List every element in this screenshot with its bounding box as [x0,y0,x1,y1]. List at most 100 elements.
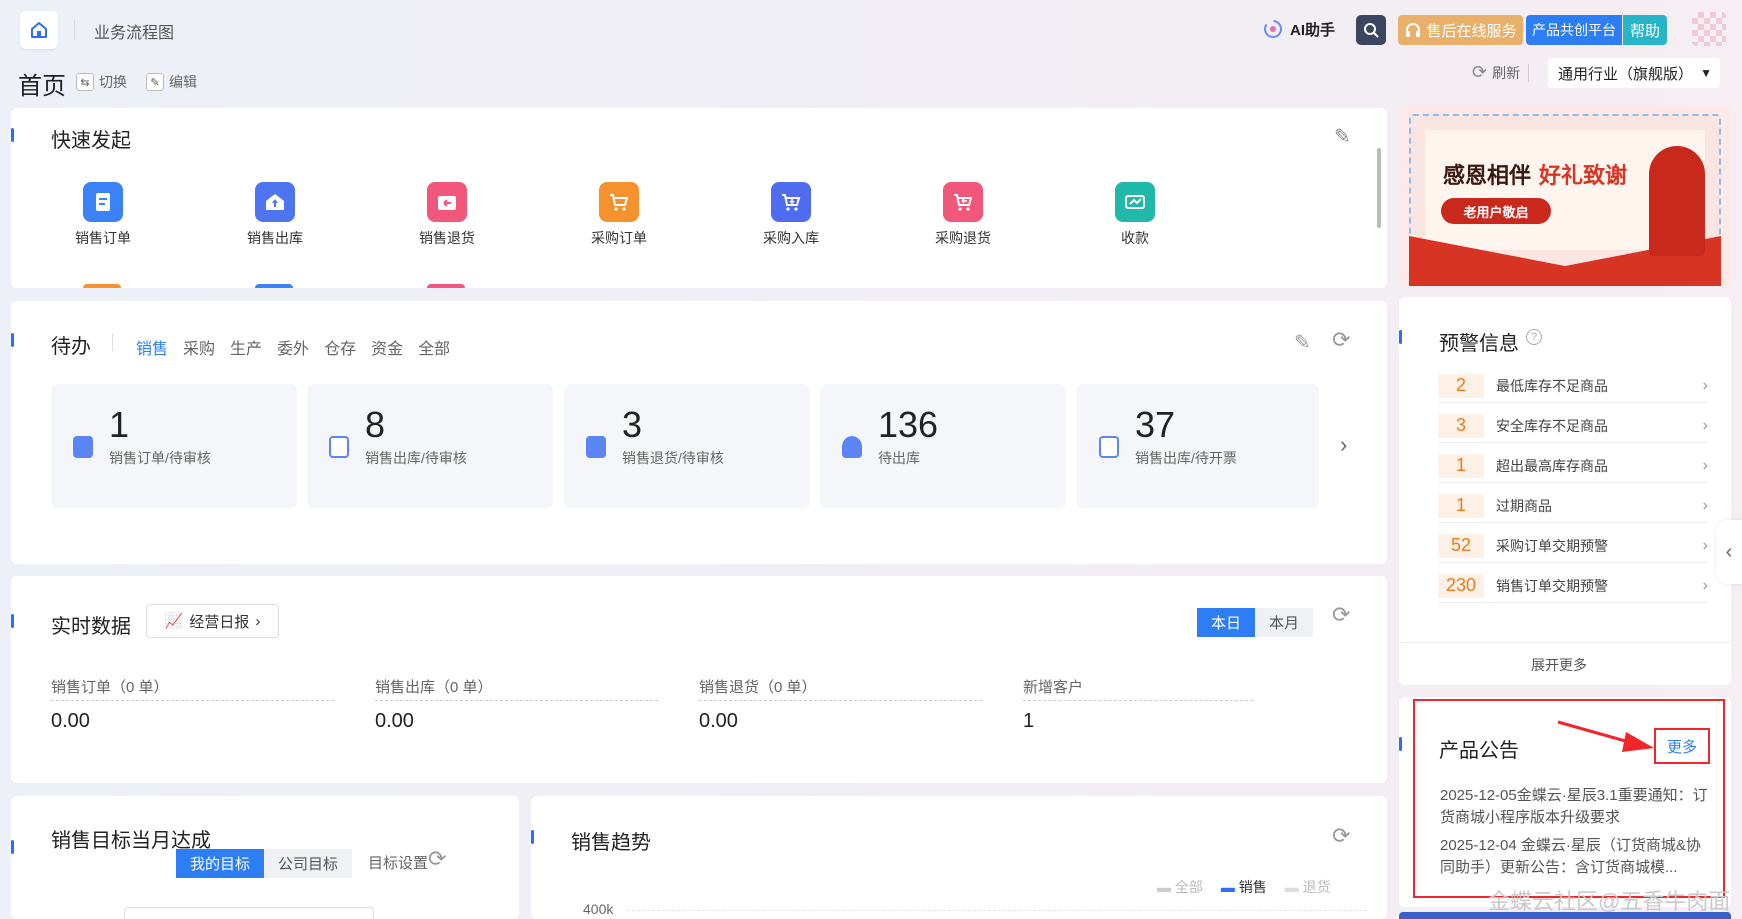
quick-item-purchase-inbound[interactable]: 采购入库 [741,182,841,248]
target-setting-link[interactable]: 目标设置 [368,852,428,873]
quick-item-sales-outbound[interactable]: 销售出库 [225,182,325,248]
quick-item-purchase-order[interactable]: 采购订单 [569,182,669,248]
banner-button[interactable]: 老用户敬启 [1441,198,1551,224]
chart-legend: ▬ 全部 ▬ 销售 ▬ 退货 [1157,877,1331,897]
divider [1023,700,1253,701]
more-link[interactable]: 更多 [1654,728,1710,764]
refresh-icon[interactable]: ⟳ [1332,823,1350,849]
my-target-tab[interactable]: 我的目标 [176,849,265,878]
after-sales-label: 售后在线服务 [1426,22,1517,40]
refresh-button[interactable]: ⟳ 刷新 [1472,62,1520,83]
quick-item-sales-order[interactable]: 销售订单 [53,182,153,248]
product-platform-button[interactable]: 产品共创平台 [1526,15,1622,45]
period-month[interactable]: 本月 [1255,608,1314,637]
warning-label: 超出最高库存商品 [1496,457,1608,474]
todo-item[interactable]: 8 销售出库/待审核 [307,384,553,508]
after-sales-service-button[interactable]: 售后在线服务 [1398,15,1523,45]
home-button[interactable] [20,11,58,49]
quick-item-label: 销售订单 [75,230,131,246]
section-accent [11,614,14,628]
chevron-right-icon: › [1702,456,1708,474]
warning-label: 安全库存不足商品 [1496,417,1608,434]
tab-funds[interactable]: 资金 [371,335,403,359]
warning-row[interactable]: 1 过期商品 › [1438,489,1708,523]
warning-row[interactable]: 3 安全库存不足商品 › [1438,409,1708,443]
refresh-icon[interactable]: ⟳ [428,846,446,872]
daily-report-button[interactable]: 📈 经营日报 › [146,604,279,638]
todo-item[interactable]: 136 待出库 [820,384,1066,508]
help-button[interactable]: 帮助 [1623,15,1667,45]
ai-helper-button[interactable]: AI助手 [1262,18,1335,40]
todo-label: 销售退货/待审核 [622,450,724,466]
edit-button[interactable]: ✎ 编辑 [146,72,197,92]
metric-value: 0.00 [699,710,738,732]
section-accent [11,840,14,854]
warning-label: 采购订单交期预警 [1496,537,1608,554]
quick-item-label: 采购退货 [935,230,991,246]
flow-chart-link[interactable]: 业务流程图 [94,19,174,43]
warning-row[interactable]: 1 超出最高库存商品 › [1438,449,1708,483]
quick-item-label: 销售退货 [419,230,475,246]
refresh-icon[interactable]: ⟳ [1332,602,1350,628]
divider [1528,64,1529,82]
switch-button[interactable]: ⇆ 切换 [76,72,127,92]
quick-item-label: 采购订单 [591,230,647,246]
todo-label: 销售出库/待开票 [1135,450,1237,466]
quick-item-partial [83,284,121,288]
legend-all[interactable]: ▬ 全部 [1157,877,1203,897]
industry-select[interactable]: 通用行业（旗舰版） ▼ [1548,58,1720,88]
chevron-right-icon[interactable]: › [1340,432,1347,458]
tab-all[interactable]: 全部 [418,335,450,359]
chevron-right-icon: › [1702,576,1708,594]
section-accent [1399,330,1402,344]
tab-purchase[interactable]: 采购 [183,335,215,359]
warning-row[interactable]: 2 最低库存不足商品 › [1438,369,1708,403]
edit-icon[interactable]: ✎ [1334,124,1351,149]
todo-count: 3 [622,404,643,445]
search-button[interactable] [1356,15,1386,45]
clock-icon [842,436,862,458]
warning-count: 1 [1438,493,1484,518]
period-today[interactable]: 本日 [1197,608,1256,637]
todo-item[interactable]: 3 销售退货/待审核 [564,384,810,508]
help-icon[interactable]: ? [1526,329,1542,345]
tab-sales[interactable]: 销售 [136,335,168,359]
y-axis-tick: 400k [583,901,614,917]
search-icon [1364,23,1379,38]
warning-count: 3 [1438,413,1484,438]
todo-item[interactable]: 37 销售出库/待开票 [1077,384,1319,508]
quick-item-purchase-return[interactable]: 采购退货 [913,182,1013,248]
promo-banner[interactable]: 感恩相伴 好礼致谢 老用户敬启 [1399,106,1731,286]
edit-icon: ✎ [146,73,164,91]
cart-icon [599,182,639,222]
todo-label: 销售订单/待审核 [109,450,211,466]
warning-row[interactable]: 230 销售订单交期预警 › [1438,569,1708,603]
todo-title: 待办 [51,336,91,358]
document-icon [73,436,93,458]
refresh-label: 刷新 [1492,64,1521,81]
quick-item-sales-return[interactable]: 销售退货 [397,182,497,248]
industry-value: 通用行业（旗舰版） [1558,65,1694,83]
chevron-right-icon: › [1702,376,1708,394]
legend-sales[interactable]: ▬ 销售 [1221,877,1267,897]
tab-outsourcing[interactable]: 委外 [277,335,309,359]
quick-item-receipt[interactable]: 收款 [1085,182,1185,248]
company-target-tab[interactable]: 公司目标 [264,849,353,878]
collapse-panel-button[interactable]: ‹ [1716,520,1742,584]
period-toggle: 本日 本月 [1197,608,1314,637]
edit-icon[interactable]: ✎ [1294,330,1311,355]
todo-label: 待出库 [878,450,920,466]
warning-row[interactable]: 52 采购订单交期预警 › [1438,529,1708,563]
todo-item[interactable]: 1 销售订单/待审核 [51,384,297,508]
scrollbar[interactable] [1377,148,1381,228]
tab-production[interactable]: 生产 [230,335,262,359]
metric-label: 新增客户 [1023,679,1084,696]
page-title: 首页 [18,73,66,100]
legend-return[interactable]: ▬ 退货 [1285,877,1331,897]
expand-more-link[interactable]: 展开更多 [1531,655,1587,675]
tab-inventory[interactable]: 仓存 [324,335,356,359]
avatar[interactable] [1692,12,1726,46]
todo-tabs: 销售 采购 生产 委外 仓存 资金 全部 [136,335,450,359]
gridline [627,910,1367,911]
refresh-icon[interactable]: ⟳ [1332,327,1350,353]
